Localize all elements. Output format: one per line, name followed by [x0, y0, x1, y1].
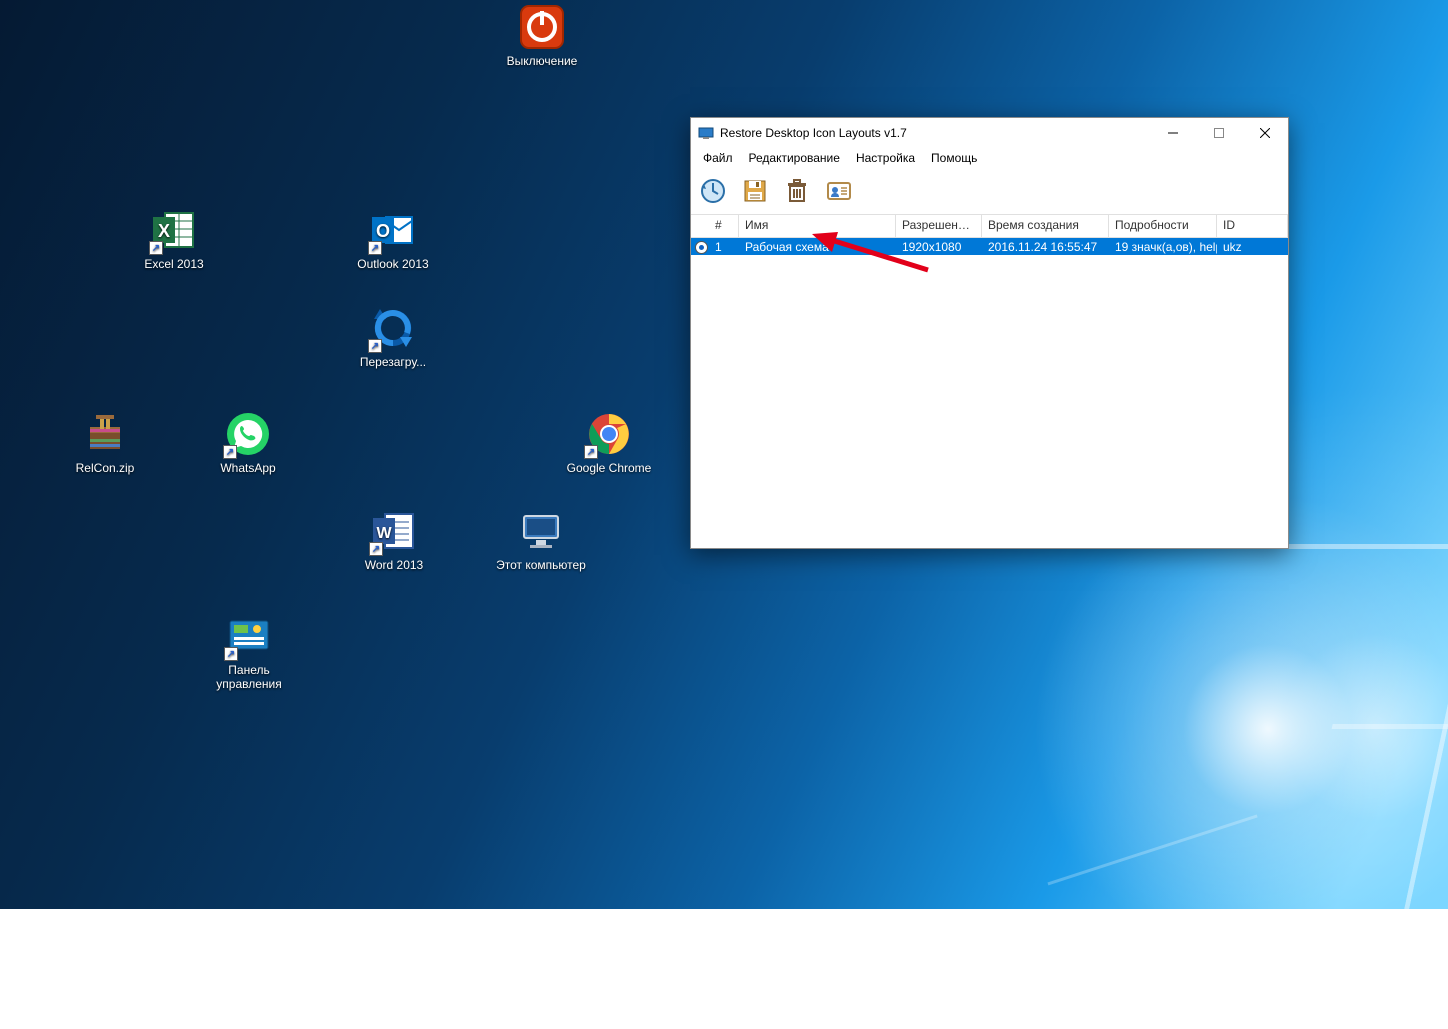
restart-icon: ↗: [370, 305, 416, 351]
menu-help[interactable]: Помощь: [923, 149, 985, 167]
word-icon: W ↗: [371, 508, 417, 554]
control-panel-icon: ↗: [226, 613, 272, 659]
desktop-icon-shutdown[interactable]: Выключение: [497, 4, 587, 68]
shortcut-badge-icon: ↗: [223, 445, 237, 459]
menu-edit[interactable]: Редактирование: [741, 149, 848, 167]
shortcut-badge-icon: ↗: [224, 647, 238, 661]
excel-icon: X ↗: [151, 207, 197, 253]
desktop-icon-relcon[interactable]: RelCon.zip: [60, 411, 150, 475]
minimize-button[interactable]: [1150, 118, 1196, 148]
desktop-icon-excel[interactable]: X ↗ Excel 2013: [129, 207, 219, 271]
cell-id: ukz: [1217, 240, 1288, 254]
desktop-icon-label: Google Chrome: [564, 461, 654, 475]
desktop-icon-restart[interactable]: ↗ Перезагру...: [348, 305, 438, 369]
shortcut-badge-icon: ↗: [369, 542, 383, 556]
cell-details: 19 значк(а,ов), help: [1109, 240, 1217, 254]
desktop-icon-outlook[interactable]: O ↗ Outlook 2013: [348, 207, 438, 271]
desktop-icon-label: Панель управления: [204, 663, 294, 691]
about-button[interactable]: [823, 175, 855, 207]
svg-text:O: O: [376, 221, 390, 241]
app-window: Restore Desktop Icon Layouts v1.7 Файл Р…: [690, 117, 1289, 549]
cell-time: 2016.11.24 16:55:47: [982, 240, 1109, 254]
restore-layout-button[interactable]: [697, 175, 729, 207]
save-layout-button[interactable]: [739, 175, 771, 207]
monitor-icon: [518, 508, 564, 554]
desktop-icon-label: Excel 2013: [129, 257, 219, 271]
column-headers: # Имя Разрешение ... Время создания Подр…: [691, 215, 1288, 238]
desktop-icon-control-panel[interactable]: ↗ Панель управления: [204, 613, 294, 691]
column-header-id[interactable]: ID: [1217, 215, 1288, 237]
winrar-icon: [82, 411, 128, 457]
desktop-icon-thispc[interactable]: Этот компьютер: [496, 508, 586, 572]
desktop-icon-label: Этот компьютер: [496, 558, 586, 572]
desktop-icon-label: Word 2013: [349, 558, 439, 572]
column-header-check[interactable]: [691, 215, 709, 237]
row-radio[interactable]: [691, 239, 709, 254]
grid-row[interactable]: 1 Рабочая схема 1920x1080 2016.11.24 16:…: [691, 238, 1288, 255]
shortcut-badge-icon: ↗: [149, 241, 163, 255]
desktop-icon-label: WhatsApp: [203, 461, 293, 475]
column-header-resolution[interactable]: Разрешение ...: [896, 215, 982, 237]
desktop-icon-label: Outlook 2013: [348, 257, 438, 271]
toolbar: [691, 168, 1288, 215]
desktop-icon-label: Выключение: [497, 54, 587, 68]
shortcut-badge-icon: ↗: [368, 339, 382, 353]
outlook-icon: O ↗: [370, 207, 416, 253]
column-header-name[interactable]: Имя: [739, 215, 896, 237]
delete-layout-button[interactable]: [781, 175, 813, 207]
grid-body[interactable]: 1 Рабочая схема 1920x1080 2016.11.24 16:…: [691, 238, 1288, 255]
chrome-icon: ↗: [586, 411, 632, 457]
menu-file[interactable]: Файл: [695, 149, 741, 167]
whatsapp-icon: ↗: [225, 411, 271, 457]
svg-text:X: X: [158, 221, 170, 241]
app-icon: [698, 125, 714, 141]
cell-resolution: 1920x1080: [896, 240, 982, 254]
close-button[interactable]: [1242, 118, 1288, 148]
desktop-icon-chrome[interactable]: ↗ Google Chrome: [564, 411, 654, 475]
power-icon: [519, 4, 565, 50]
cell-num: 1: [709, 240, 739, 254]
titlebar[interactable]: Restore Desktop Icon Layouts v1.7: [691, 118, 1288, 148]
desktop-icon-word[interactable]: W ↗ Word 2013: [349, 508, 439, 572]
menubar: Файл Редактирование Настройка Помощь: [691, 148, 1288, 168]
desktop-background[interactable]: Выключение X ↗ Excel 2013 O ↗ Outlook 20…: [0, 0, 1448, 909]
desktop-icon-whatsapp[interactable]: ↗ WhatsApp: [203, 411, 293, 475]
column-header-details[interactable]: Подробности: [1109, 215, 1217, 237]
column-header-num[interactable]: #: [709, 215, 739, 237]
desktop-icon-label: RelCon.zip: [60, 461, 150, 475]
shortcut-badge-icon: ↗: [368, 241, 382, 255]
column-header-time[interactable]: Время создания: [982, 215, 1109, 237]
shortcut-badge-icon: ↗: [584, 445, 598, 459]
menu-settings[interactable]: Настройка: [848, 149, 923, 167]
cell-name: Рабочая схема: [739, 240, 896, 254]
window-title: Restore Desktop Icon Layouts v1.7: [720, 126, 907, 140]
desktop-icon-label: Перезагру...: [348, 355, 438, 369]
maximize-button[interactable]: [1196, 118, 1242, 148]
svg-text:W: W: [376, 525, 392, 542]
